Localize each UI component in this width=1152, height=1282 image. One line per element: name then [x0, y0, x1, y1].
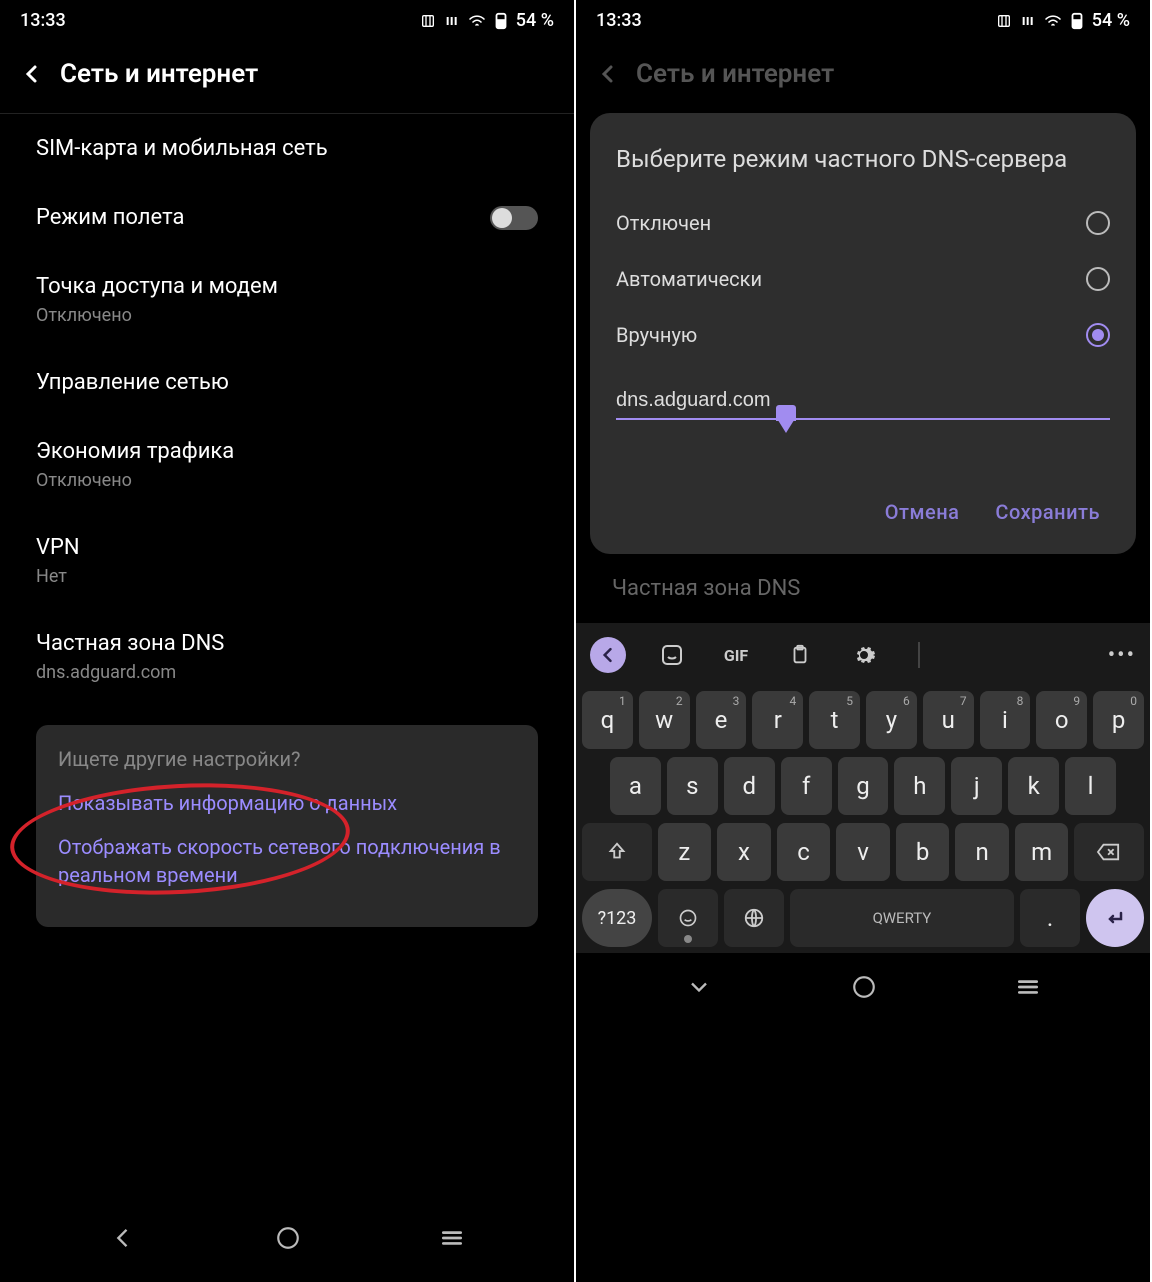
kb-row-1: q1w2e3r4t5y6u7i8o9p0 [582, 691, 1144, 749]
key-space[interactable]: QWERTY [790, 889, 1014, 947]
dialog-title: Выберите режим частного DNS-сервера [616, 143, 1110, 175]
kb-row-3: zxcvbnm [582, 823, 1144, 881]
kb-back-icon[interactable] [590, 637, 626, 673]
gear-icon[interactable] [846, 637, 882, 673]
text-cursor-handle[interactable] [776, 417, 796, 433]
related-settings: Ищете другие настройки? Показывать инфор… [36, 725, 538, 927]
private-dns-dialog: Выберите режим частного DNS-сервера Откл… [590, 113, 1136, 554]
nav-recent-icon[interactable] [439, 1225, 465, 1251]
radio-icon[interactable] [1086, 323, 1110, 347]
airplane-toggle[interactable] [490, 206, 538, 230]
clipboard-icon[interactable] [782, 637, 818, 673]
kb-row-2: asdfghjkl [582, 757, 1144, 815]
key-h[interactable]: h [894, 757, 945, 815]
status-icons: 54 % [996, 10, 1130, 31]
dns-input[interactable] [616, 383, 1110, 420]
item-hotspot[interactable]: Точка доступа и модем Отключено [0, 252, 574, 348]
status-icons: 54 % [420, 10, 554, 31]
hint-title: Ищете другие настройки? [58, 747, 516, 771]
behind-private-dns: Частная зона DNS [576, 554, 1150, 623]
status-time: 13:33 [596, 10, 642, 31]
keyboard: GIF ••• q1w2e3r4t5y6u7i8o9p0 asdfghjkl z… [576, 623, 1150, 953]
item-airplane[interactable]: Режим полета [0, 183, 574, 252]
separator [918, 642, 920, 668]
key-z[interactable]: z [658, 823, 712, 881]
key-d[interactable]: d [724, 757, 775, 815]
key-s[interactable]: s [667, 757, 718, 815]
key-t[interactable]: t5 [809, 691, 860, 749]
dns-hostname-field[interactable] [616, 383, 1110, 420]
nav-recent-icon[interactable] [1015, 974, 1041, 1000]
key-l[interactable]: l [1065, 757, 1116, 815]
key-n[interactable]: n [955, 823, 1009, 881]
key-c[interactable]: c [777, 823, 831, 881]
nav-home-icon[interactable] [275, 1225, 301, 1251]
status-time: 13:33 [20, 10, 66, 31]
battery-percent: 54 % [516, 10, 554, 31]
radio-auto[interactable]: Автоматически [616, 251, 1110, 307]
item-private-dns[interactable]: Частная зона DNS dns.adguard.com [0, 609, 574, 705]
radio-icon[interactable] [1086, 267, 1110, 291]
left-screenshot: 13:33 54 % Сеть и интернет SIM-карта и м… [0, 0, 576, 1282]
key-m[interactable]: m [1015, 823, 1069, 881]
dialog-actions: Отмена Сохранить [616, 490, 1110, 534]
right-screenshot: 13:33 54 % Сеть и интернет Выберите режи… [576, 0, 1152, 1282]
page-title: Сеть и интернет [60, 59, 258, 89]
nav-back-icon[interactable] [109, 1224, 137, 1252]
key-f[interactable]: f [781, 757, 832, 815]
back-icon[interactable] [20, 62, 44, 86]
key-globe[interactable] [724, 889, 784, 947]
more-icon[interactable]: ••• [1108, 643, 1136, 668]
save-button[interactable]: Сохранить [995, 500, 1100, 524]
status-bar: 13:33 54 % [0, 0, 574, 41]
key-i[interactable]: i8 [980, 691, 1031, 749]
kb-row-4: ?123 QWERTY . [582, 889, 1144, 947]
key-emoji[interactable] [658, 889, 718, 947]
key-period[interactable]: . [1020, 889, 1080, 947]
key-p[interactable]: p0 [1093, 691, 1144, 749]
title-bar: Сеть и интернет [0, 41, 574, 114]
key-v[interactable]: v [836, 823, 890, 881]
key-y[interactable]: y6 [866, 691, 917, 749]
key-backspace[interactable] [1074, 823, 1144, 881]
key-shift[interactable] [582, 823, 652, 881]
gif-icon[interactable]: GIF [718, 637, 754, 673]
key-x[interactable]: x [717, 823, 771, 881]
status-bar: 13:33 54 % [576, 0, 1150, 41]
battery-percent: 54 % [1092, 10, 1130, 31]
key-k[interactable]: k [1008, 757, 1059, 815]
key-u[interactable]: u7 [923, 691, 974, 749]
nav-home-icon[interactable] [851, 974, 877, 1000]
item-vpn[interactable]: VPN Нет [0, 513, 574, 609]
hint-link-data-info[interactable]: Показывать информацию о данных [58, 789, 516, 817]
hint-link-network-speed[interactable]: Отображать скорость сетевого подключения… [58, 833, 516, 889]
title-bar-dimmed: Сеть и интернет [576, 41, 1150, 113]
radio-icon[interactable] [1086, 211, 1110, 235]
item-sim[interactable]: SIM-карта и мобильная сеть [0, 114, 574, 183]
key-enter[interactable] [1086, 889, 1144, 947]
page-title: Сеть и интернет [636, 59, 834, 89]
keyboard-toolbar: GIF ••• [582, 631, 1144, 683]
key-q[interactable]: q1 [582, 691, 633, 749]
nav-bar [576, 953, 1150, 1031]
item-data-saver[interactable]: Экономия трафика Отключено [0, 417, 574, 513]
key-a[interactable]: a [610, 757, 661, 815]
key-b[interactable]: b [896, 823, 950, 881]
radio-off[interactable]: Отключен [616, 195, 1110, 251]
key-r[interactable]: r4 [752, 691, 803, 749]
key-numbers[interactable]: ?123 [582, 889, 652, 947]
key-j[interactable]: j [951, 757, 1002, 815]
cancel-button[interactable]: Отмена [885, 500, 960, 524]
key-o[interactable]: o9 [1036, 691, 1087, 749]
nav-hide-kb-icon[interactable] [685, 973, 713, 1001]
settings-list: SIM-карта и мобильная сеть Режим полета … [0, 114, 574, 1204]
radio-manual[interactable]: Вручную [616, 307, 1110, 363]
nav-bar [0, 1204, 574, 1282]
back-icon [596, 62, 620, 86]
item-network-manage[interactable]: Управление сетью [0, 348, 574, 417]
key-e[interactable]: e3 [696, 691, 747, 749]
key-w[interactable]: w2 [639, 691, 690, 749]
sticker-icon[interactable] [654, 637, 690, 673]
key-g[interactable]: g [838, 757, 889, 815]
